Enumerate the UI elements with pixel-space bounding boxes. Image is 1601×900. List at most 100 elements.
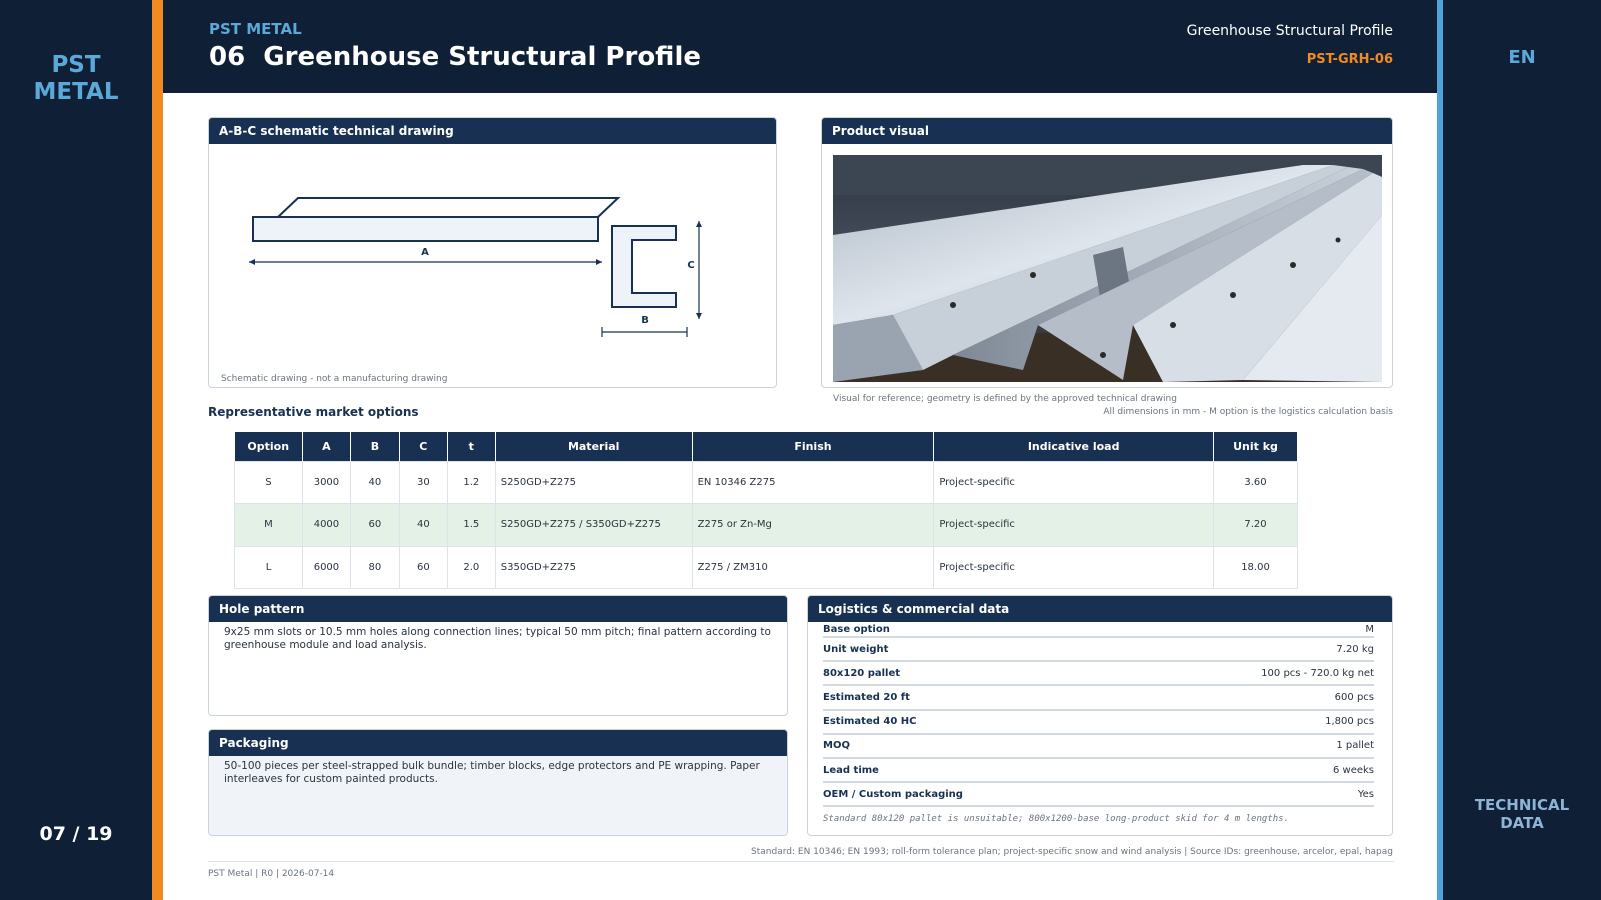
logistics-value: 6 weeks: [1332, 764, 1374, 776]
hole-pattern-panel: Hole pattern 9x25 mm slots or 10.5 mm ho…: [208, 595, 788, 716]
right-rail: [1443, 0, 1601, 900]
cell-load: Project-specific: [933, 460, 1215, 504]
cell-unit-kg: 7.20: [1213, 503, 1298, 547]
cell-a: 4000: [301, 503, 351, 547]
drawing-note: Schematic drawing - not a manufacturing …: [221, 374, 448, 384]
cell-finish: Z275 or Zn-Mg: [691, 503, 935, 547]
main-content: A-B-C schematic technical drawing A C B …: [163, 93, 1437, 900]
left-rail: PST METAL 07 / 19: [0, 0, 152, 900]
col-option: Option: [234, 432, 303, 461]
cell-load: Project-specific: [933, 503, 1215, 547]
drawing-panel: A-B-C schematic technical drawing A C B …: [208, 117, 777, 388]
cell-t: 1.2: [446, 460, 496, 504]
cell-c: 30: [398, 460, 448, 504]
logistics-note: Standard 80x120 pallet is unsuitable; 80…: [823, 814, 1289, 825]
visual-panel: Product visual: [821, 117, 1393, 388]
standards-line: Standard: EN 10346; EN 1993; roll-form t…: [751, 847, 1393, 857]
logistics-key: Lead time: [823, 764, 879, 776]
hole-pattern-text: 9x25 mm slots or 10.5 mm holes along con…: [224, 626, 771, 651]
dim-c-label: C: [687, 260, 694, 271]
logistics-value: M: [1365, 623, 1374, 635]
table-row: L 6000 80 60 2.0 S350GD+Z275 Z275 / ZM31…: [234, 545, 1298, 589]
logistics-value: 100 pcs - 720.0 kg net: [1261, 667, 1374, 679]
logistics-panel: Logistics & commercial data Base option M…: [807, 595, 1393, 836]
packaging-text: 50-100 pieces per steel-strapped bulk bu…: [224, 760, 760, 785]
language-toggle[interactable]: EN: [1443, 47, 1601, 68]
col-load: Indicative load: [933, 432, 1215, 461]
logistics-row: Unit weight 7.20 kg: [823, 638, 1374, 663]
dim-b-label: B: [641, 315, 649, 326]
table-header-row: Option A B C t Material Finish Indicativ…: [234, 432, 1298, 461]
profile-side-face: [252, 216, 599, 242]
product-photo: [833, 155, 1382, 382]
cell-unit-kg: 18.00: [1213, 545, 1298, 589]
logistics-list: Base option M Unit weight 7.20 kg 80x120 p…: [808, 622, 1392, 808]
visual-heading: Product visual: [822, 118, 1392, 144]
col-unit-kg: Unit kg: [1213, 432, 1298, 461]
header-brand: PST METAL: [209, 20, 302, 38]
footer-divider: [208, 861, 1394, 862]
cell-load: Project-specific: [933, 545, 1215, 589]
logistics-key: Estimated 20 ft: [823, 691, 910, 703]
logistics-key: Unit weight: [823, 643, 889, 655]
schematic-drawing: A C B: [249, 197, 702, 337]
logistics-key: OEM / Custom packaging: [823, 788, 963, 800]
drawing-heading: A-B-C schematic technical drawing: [209, 118, 776, 144]
cell-c: 60: [398, 545, 448, 589]
brand-logo: PST METAL: [33, 52, 119, 105]
header-subtitle: Greenhouse Structural Profile: [1186, 23, 1393, 39]
visual-note: Visual for reference; geometry is define…: [833, 394, 1177, 404]
cell-unit-kg: 3.60: [1213, 460, 1298, 504]
cell-b: 60: [349, 503, 400, 547]
cell-c: 40: [398, 503, 448, 547]
col-t: t: [447, 432, 496, 461]
cell-a: 3000: [301, 460, 351, 504]
packaging-panel: Packaging 50-100 pieces per steel-strapp…: [208, 729, 788, 836]
logistics-value: 1 pallet: [1336, 740, 1374, 752]
logistics-row: 80x120 pallet 100 pcs - 720.0 kg net: [823, 662, 1374, 687]
logistics-value: 1,800 pcs: [1325, 716, 1374, 728]
logistics-row: Estimated 40 HC 1,800 pcs: [823, 711, 1374, 735]
profile-top-face: [275, 197, 621, 218]
logistics-value: 7.20 kg: [1336, 643, 1374, 655]
logistics-row: Base option M: [823, 622, 1374, 638]
dim-a-label: A: [421, 247, 429, 258]
cell-option: L: [234, 545, 303, 589]
options-title: Representative market options: [208, 405, 419, 419]
c-section: [611, 225, 677, 308]
section-label: TECHNICAL DATA: [1474, 796, 1570, 832]
cell-material: S250GD+Z275 / S350GD+Z275: [494, 503, 693, 547]
dimensions-note: All dimensions in mm - M option is the l…: [1103, 407, 1393, 417]
cell-finish: Z275 / ZM310: [691, 545, 935, 589]
header: PST METAL 06 Greenhouse Structural Profi…: [163, 0, 1437, 93]
logistics-value: Yes: [1357, 788, 1374, 800]
logistics-key: 80x120 pallet: [823, 667, 901, 679]
cell-a: 6000: [301, 545, 351, 589]
cell-material: S250GD+Z275: [494, 460, 693, 504]
logistics-row: Lead time 6 weeks: [823, 759, 1374, 784]
logistics-heading: Logistics & commercial data: [808, 596, 1392, 622]
logistics-row: OEM / Custom packaging Yes: [823, 783, 1374, 808]
table-row: M 4000 60 40 1.5 S250GD+Z275 / S350GD+Z2…: [234, 503, 1298, 547]
logistics-key: MOQ: [823, 740, 850, 752]
hole-pattern-heading: Hole pattern: [209, 596, 787, 622]
col-a: A: [302, 432, 351, 461]
col-b: B: [350, 432, 400, 461]
cell-b: 40: [349, 460, 400, 504]
logistics-row: MOQ 1 pallet: [823, 735, 1374, 759]
cell-material: S350GD+Z275: [494, 545, 693, 589]
logistics-key: Estimated 40 HC: [823, 716, 917, 728]
cell-b: 80: [349, 545, 400, 589]
logistics-key: Base option: [823, 623, 890, 635]
cell-option: S: [234, 460, 303, 504]
table-row: S 3000 40 30 1.2 S250GD+Z275 EN 10346 Z2…: [234, 460, 1298, 504]
cell-finish: EN 10346 Z275: [691, 460, 935, 504]
cell-t: 1.5: [446, 503, 496, 547]
col-material: Material: [495, 432, 693, 461]
cell-t: 2.0: [446, 545, 496, 589]
packaging-heading: Packaging: [209, 730, 787, 756]
col-c: C: [399, 432, 448, 461]
footer-text: PST Metal | R0 | 2026-07-14: [208, 869, 335, 879]
page-title: 06 Greenhouse Structural Profile: [209, 42, 701, 72]
col-finish: Finish: [692, 432, 935, 461]
